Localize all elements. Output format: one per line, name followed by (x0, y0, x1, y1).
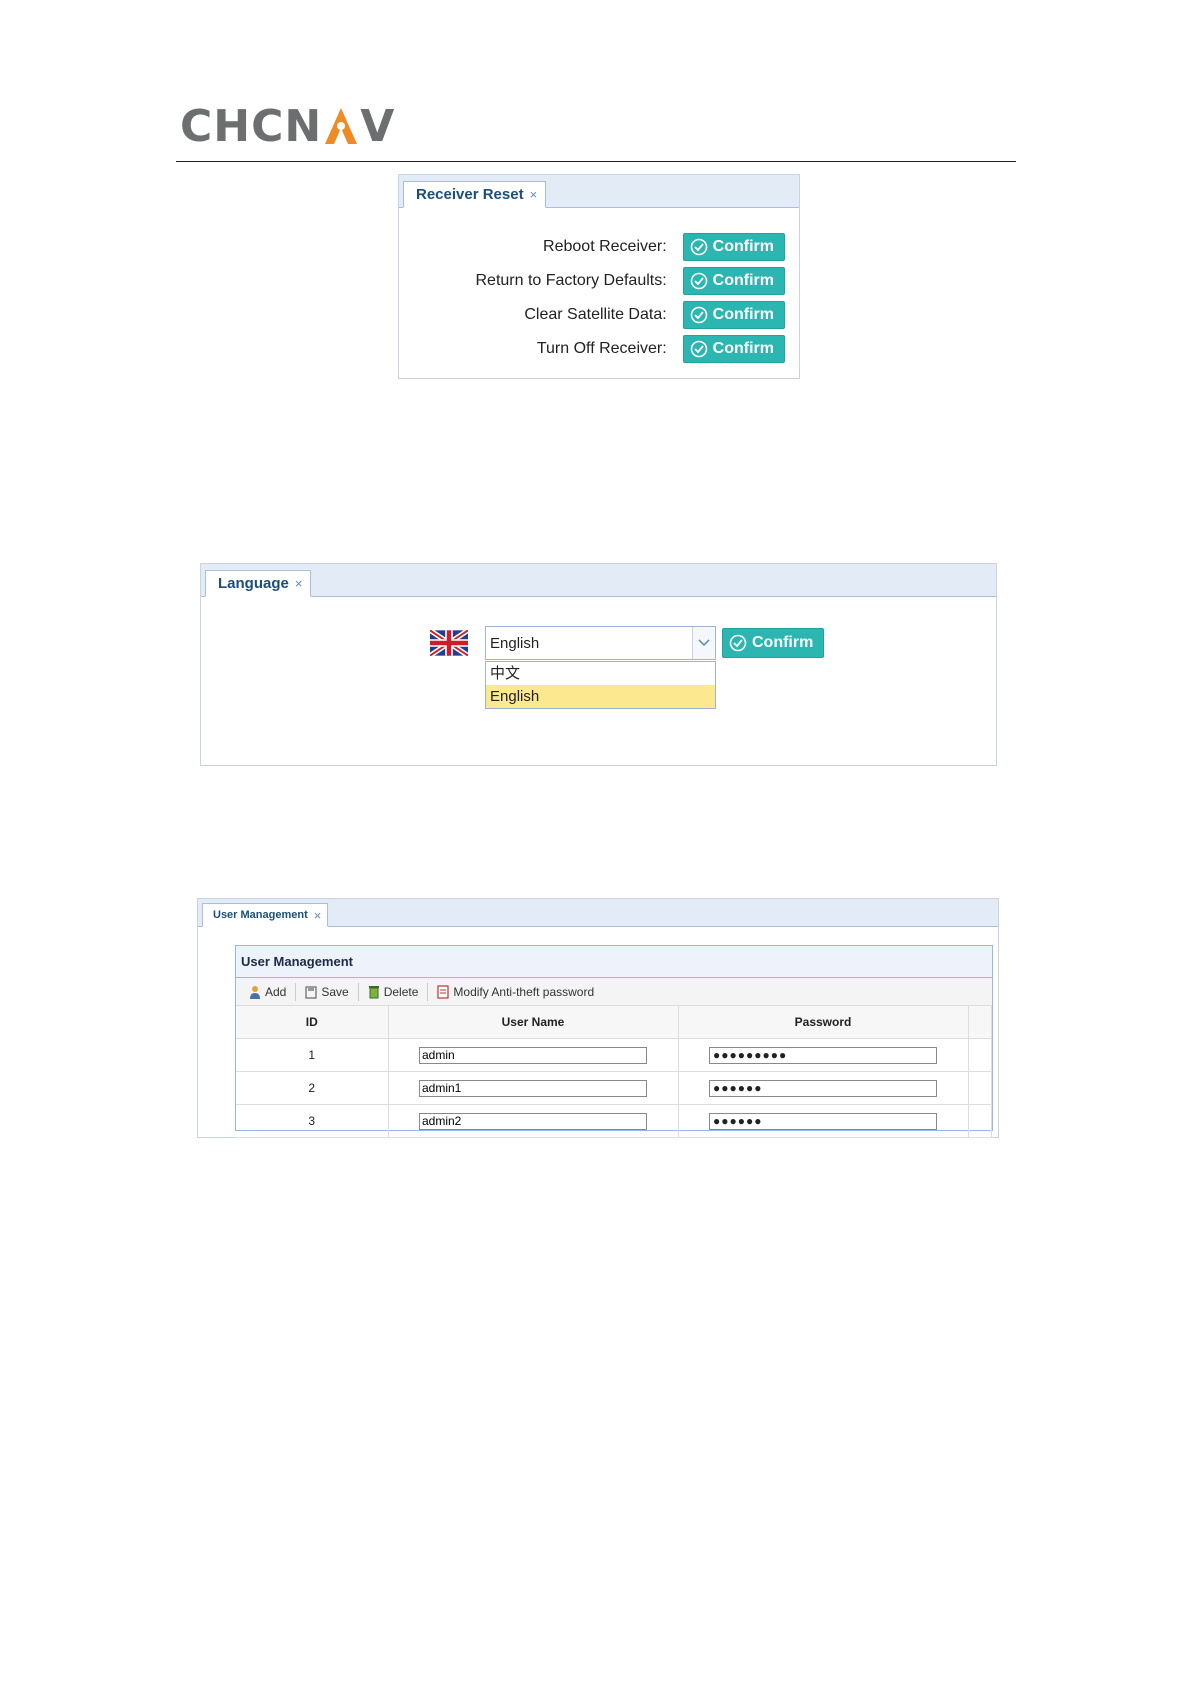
chcnav-logo: CHCN V (180, 101, 395, 152)
language-select-value: English (490, 635, 540, 652)
tab-bar: Receiver Reset × (399, 175, 799, 208)
tab-bar: User Management × (198, 899, 998, 927)
cell-id: 2 (236, 1071, 389, 1105)
chevron-down-icon[interactable] (692, 627, 715, 659)
language-confirm-button[interactable]: Confirm (722, 628, 825, 658)
password-input[interactable]: ●●●●●● (709, 1112, 937, 1130)
clear-satellite-confirm-button[interactable]: Confirm (682, 301, 785, 329)
confirm-label: Confirm (712, 306, 774, 323)
reboot-row: Reboot Receiver: Confirm (543, 233, 785, 261)
password-input[interactable]: ●●●●●●●●● (709, 1046, 937, 1064)
tab-label: User Management (213, 909, 308, 921)
tab-close-icon[interactable]: × (295, 576, 303, 591)
tab-label: Receiver Reset (416, 186, 524, 203)
cell-spacer (968, 1104, 992, 1138)
tab-receiver-reset[interactable]: Receiver Reset × (403, 181, 547, 208)
tab-bar: Language × (201, 564, 996, 597)
cell-password: ●●●●●● (678, 1104, 969, 1138)
table-row[interactable]: 3 ●●●●●● (236, 1104, 992, 1138)
check-circle-icon (690, 340, 707, 358)
tab-close-icon[interactable]: × (314, 908, 322, 923)
cell-spacer (968, 1038, 992, 1072)
add-label: Add (265, 984, 287, 999)
confirm-label: Confirm (712, 272, 774, 289)
turn-off-confirm-button[interactable]: Confirm (682, 335, 785, 363)
save-icon (305, 985, 317, 999)
tab-user-management[interactable]: User Management × (202, 903, 329, 927)
username-input[interactable] (419, 1112, 647, 1130)
delete-label: Delete (383, 984, 419, 999)
user-management-panel: User Management × User Management Add Sa… (197, 898, 999, 1138)
logo-a-mark-icon (324, 106, 358, 146)
column-header-spacer (968, 1006, 992, 1039)
modify-password-label: Modify Anti-theft password (453, 984, 595, 999)
turn-off-label: Turn Off Receiver: (536, 340, 667, 357)
cell-spacer (968, 1071, 992, 1105)
table-row[interactable]: 2 ●●●●●● (236, 1071, 992, 1105)
tab-close-icon[interactable]: × (530, 187, 538, 202)
tab-label: Language (218, 575, 289, 592)
document-icon (437, 984, 450, 999)
grid-toolbar: Add Save Delete Modify Anti-theft passwo… (236, 978, 992, 1006)
header-divider (176, 161, 1016, 162)
cell-id: 1 (236, 1038, 389, 1072)
confirm-label: Confirm (712, 340, 774, 357)
language-option-english[interactable]: English (486, 685, 715, 708)
clear-satellite-label: Clear Satellite Data: (524, 306, 667, 323)
cell-username (388, 1071, 679, 1105)
toolbar-separator (295, 982, 297, 1001)
cell-password: ●●●●●●●●● (678, 1038, 969, 1072)
table-row[interactable]: 1 ●●●●●●●●● (236, 1038, 992, 1072)
factory-defaults-row: Return to Factory Defaults: Confirm (475, 267, 785, 295)
language-dropdown-list: 中文 English (485, 661, 716, 709)
factory-defaults-confirm-button[interactable]: Confirm (682, 267, 785, 295)
column-header-id[interactable]: ID (236, 1006, 389, 1039)
save-button[interactable]: Save (300, 985, 353, 999)
grid-title: User Management (236, 946, 992, 978)
language-select[interactable]: English (485, 626, 716, 660)
add-user-button[interactable]: Add (244, 985, 291, 999)
delete-button[interactable]: Delete (363, 985, 424, 999)
modify-password-button[interactable]: Modify Anti-theft password (432, 985, 599, 999)
factory-defaults-label: Return to Factory Defaults: (475, 272, 667, 289)
cell-password: ●●●●●● (678, 1071, 969, 1105)
tab-language[interactable]: Language × (205, 570, 312, 597)
password-input[interactable]: ●●●●●● (709, 1079, 937, 1097)
toolbar-separator (427, 982, 429, 1001)
username-input[interactable] (419, 1046, 647, 1064)
reboot-label: Reboot Receiver: (543, 238, 667, 255)
user-management-grid: User Management Add Save Delete Modify A… (235, 945, 993, 1138)
language-panel: Language × English 中文 English Confirm (200, 563, 997, 766)
clear-satellite-row: Clear Satellite Data: Confirm (524, 301, 785, 329)
save-label: Save (321, 984, 349, 999)
column-header-username[interactable]: User Name (388, 1006, 679, 1039)
cell-id: 3 (236, 1104, 389, 1138)
confirm-label: Confirm (752, 634, 814, 651)
uk-flag-icon (430, 630, 468, 656)
username-input[interactable] (419, 1079, 647, 1097)
turn-off-row: Turn Off Receiver: Confirm (537, 335, 785, 363)
receiver-reset-panel: Receiver Reset × Reboot Receiver: Confir… (398, 174, 800, 379)
table-header-row: ID User Name Password (236, 1006, 992, 1039)
reboot-confirm-button[interactable]: Confirm (682, 233, 785, 261)
check-circle-icon (690, 238, 707, 256)
logo-text-left: CHCN (180, 100, 323, 152)
logo-text-right: V (360, 100, 396, 152)
column-header-password[interactable]: Password (678, 1006, 969, 1039)
cell-username (388, 1038, 679, 1072)
cell-username (388, 1104, 679, 1138)
users-table: ID User Name Password 1 ●●●●●●●●● 2 ●●●●… (236, 1006, 992, 1138)
check-circle-icon (690, 272, 707, 290)
confirm-label: Confirm (712, 238, 774, 255)
check-circle-icon (729, 634, 747, 652)
trash-icon (368, 985, 379, 998)
user-icon (250, 985, 260, 999)
toolbar-separator (357, 982, 359, 1001)
language-option-chinese[interactable]: 中文 (486, 662, 715, 685)
check-circle-icon (690, 306, 707, 324)
